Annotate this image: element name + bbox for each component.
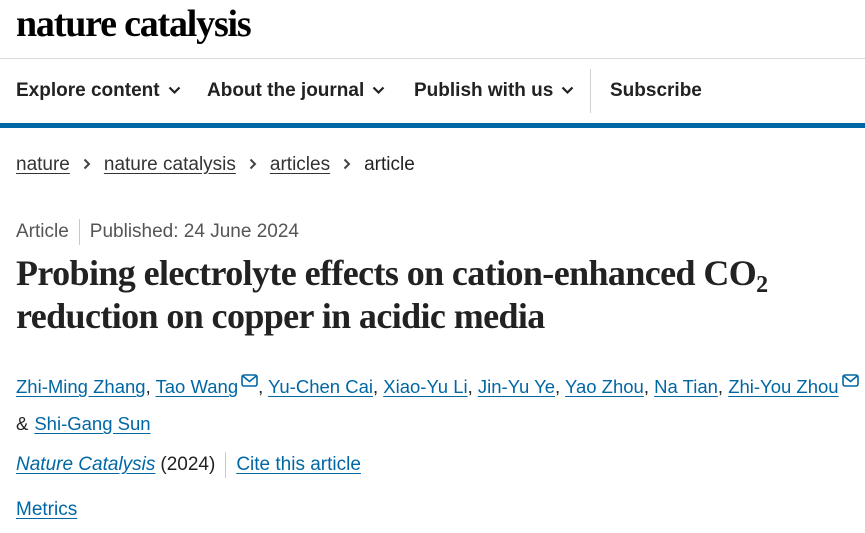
author-separator: , bbox=[372, 376, 379, 397]
author-link[interactable]: Na Tian bbox=[654, 376, 718, 397]
author-link[interactable]: Zhi-You Zhou bbox=[728, 376, 838, 397]
author-item: Na Tian, bbox=[654, 376, 723, 397]
chevron-down-icon bbox=[561, 79, 574, 101]
nav-item-label: Explore content bbox=[16, 80, 160, 101]
published-date: Published: 24 June 2024 bbox=[89, 221, 299, 242]
citation-divider bbox=[225, 452, 227, 478]
journal-name-link[interactable]: Nature Catalysis bbox=[16, 454, 155, 476]
author-separator: , bbox=[717, 376, 724, 397]
author-list: Zhi-Ming Zhang, Tao Wang, Yu-Chen Cai, X… bbox=[16, 362, 861, 442]
author-separator: , bbox=[555, 376, 561, 397]
author-link[interactable]: Tao Wang bbox=[156, 376, 239, 397]
metrics-section: Metrics bbox=[16, 499, 77, 521]
author-separator: , bbox=[145, 376, 151, 397]
author-link[interactable]: Jin-Yu Ye bbox=[478, 376, 555, 397]
article-title: Probing electrolyte effects on cation-en… bbox=[16, 252, 856, 338]
nav-item-label: Publish with us bbox=[414, 80, 554, 101]
author-item: Xiao-Yu Li, bbox=[383, 376, 472, 397]
accent-bar bbox=[0, 123, 865, 128]
nav-subscribe[interactable]: Subscribe bbox=[610, 59, 702, 123]
title-line-1: Probing electrolyte effects on cation-en… bbox=[16, 253, 757, 293]
site-logo[interactable]: nature catalysis bbox=[16, 2, 252, 46]
chevron-right-icon bbox=[83, 154, 91, 176]
meta-divider bbox=[78, 219, 80, 245]
author-link[interactable]: Yu-Chen Cai bbox=[268, 376, 373, 397]
author-item: Yao Zhou, bbox=[565, 376, 649, 397]
nav-item-label: Subscribe bbox=[610, 80, 702, 101]
title-line-2: reduction on copper in acidic media bbox=[16, 296, 545, 336]
nav-explore-content[interactable]: Explore content bbox=[16, 59, 181, 123]
nav-divider bbox=[590, 69, 591, 113]
mail-icon[interactable] bbox=[241, 362, 258, 399]
author-item: Jin-Yu Ye, bbox=[478, 376, 560, 397]
title-subscript: 2 bbox=[756, 272, 768, 299]
mail-icon[interactable] bbox=[841, 362, 859, 399]
author-separator: , bbox=[467, 376, 473, 397]
author-item: Zhi-Ming Zhang, bbox=[16, 376, 151, 397]
chevron-right-icon bbox=[343, 154, 351, 176]
author-link[interactable]: Shi-Gang Sun bbox=[34, 413, 150, 434]
nav-about-the-journal[interactable]: About the journal bbox=[207, 59, 385, 123]
nav-item-label: About the journal bbox=[207, 80, 365, 101]
chevron-right-icon bbox=[249, 154, 257, 176]
author-item: Zhi-You Zhou bbox=[728, 374, 859, 397]
metrics-link[interactable]: Metrics bbox=[16, 499, 77, 520]
citation-line: Nature Catalysis (2024) Cite this articl… bbox=[16, 452, 361, 478]
main-nav: Explore content About the journal Publis… bbox=[0, 59, 865, 123]
author-item: Yu-Chen Cai, bbox=[268, 376, 378, 397]
article-meta: Article Published: 24 June 2024 bbox=[16, 219, 299, 245]
cite-this-article-link[interactable]: Cite this article bbox=[236, 454, 361, 476]
author-link[interactable]: Zhi-Ming Zhang bbox=[16, 376, 146, 397]
nav-publish-with-us[interactable]: Publish with us bbox=[414, 59, 574, 123]
chevron-down-icon bbox=[372, 79, 385, 101]
author-item: Tao Wang, bbox=[156, 374, 264, 397]
author-separator: , bbox=[643, 376, 649, 397]
breadcrumb-link-nature-catalysis[interactable]: nature catalysis bbox=[104, 154, 236, 176]
breadcrumb-link-nature[interactable]: nature bbox=[16, 154, 70, 176]
breadcrumb-link-articles[interactable]: articles bbox=[270, 154, 330, 176]
article-type: Article bbox=[16, 221, 69, 242]
author-joiner: & bbox=[16, 413, 29, 434]
chevron-down-icon bbox=[168, 79, 181, 101]
author-separator: , bbox=[258, 376, 264, 397]
author-item: Shi-Gang Sun bbox=[34, 413, 150, 434]
journal-year: (2024) bbox=[160, 454, 216, 475]
author-link[interactable]: Yao Zhou bbox=[565, 376, 644, 397]
author-link[interactable]: Xiao-Yu Li bbox=[383, 376, 467, 397]
breadcrumb: nature nature catalysis articles article bbox=[16, 152, 415, 178]
breadcrumb-current: article bbox=[364, 154, 415, 175]
